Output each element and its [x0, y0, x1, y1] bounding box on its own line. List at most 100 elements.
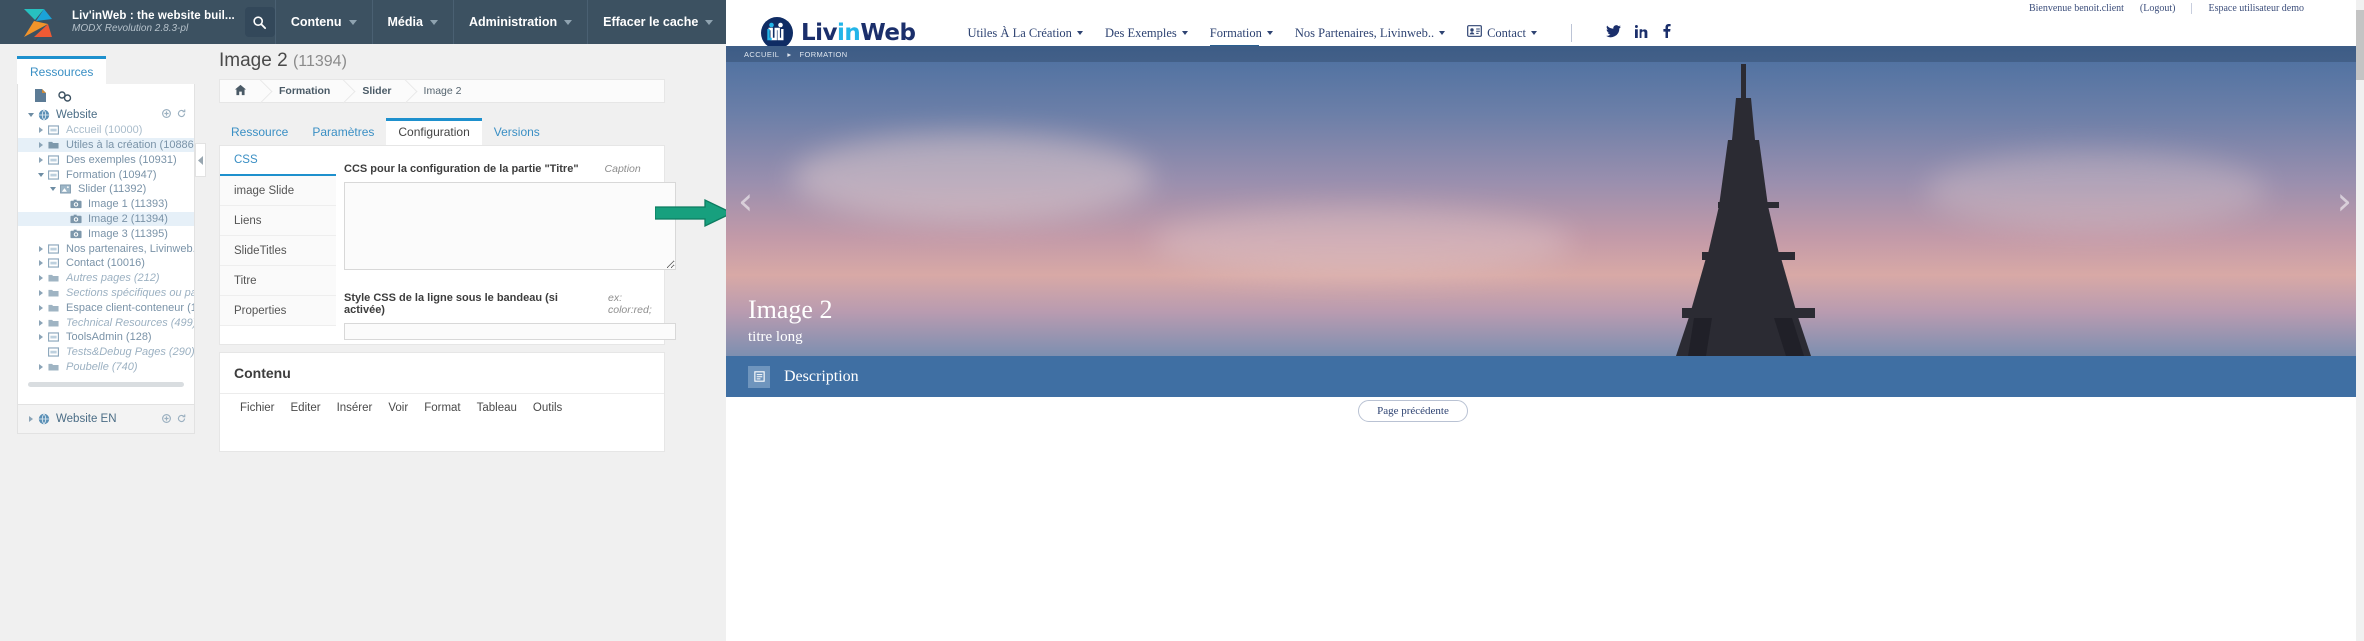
- chevron-right-icon[interactable]: [36, 127, 46, 134]
- tab-ressource[interactable]: Ressource: [219, 120, 300, 145]
- linkedin-icon[interactable]: [1634, 24, 1648, 42]
- tree-item-accueil[interactable]: Accueil (10000): [18, 123, 194, 138]
- logout-link[interactable]: (Logout): [2140, 3, 2176, 14]
- refresh-icon[interactable]: [177, 410, 186, 428]
- vtab-slidetitles[interactable]: SlideTitles: [220, 236, 336, 266]
- menu-media[interactable]: Média: [373, 0, 453, 44]
- logo-text-part3: Web: [860, 20, 916, 46]
- editor-menubar: Fichier Editer Insérer Voir Format Table…: [220, 394, 664, 414]
- editor-menu-fichier[interactable]: Fichier: [240, 402, 275, 414]
- twitter-icon[interactable]: [1606, 24, 1621, 42]
- globe-icon: [36, 413, 51, 425]
- tree-item-slider[interactable]: Slider (11392): [18, 182, 194, 197]
- tree-horizontal-scrollbar[interactable]: [28, 382, 184, 388]
- chevron-right-icon[interactable]: ›: [2337, 179, 2352, 223]
- vtab-image-slide[interactable]: image Slide: [220, 176, 336, 206]
- chevron-right-icon[interactable]: [36, 156, 46, 163]
- editor-menu-format[interactable]: Format: [424, 402, 460, 414]
- vtab-titre[interactable]: Titre: [220, 266, 336, 296]
- page-scrollbar[interactable]: [2356, 0, 2364, 641]
- hero-breadcrumb-accueil[interactable]: ACCUEIL: [744, 50, 779, 59]
- tree-item-image-2[interactable]: Image 2 (11394): [18, 211, 194, 227]
- chevron-down-icon: [1266, 31, 1273, 35]
- editor-menu-tableau[interactable]: Tableau: [477, 402, 517, 414]
- chevron-right-icon[interactable]: [26, 416, 36, 422]
- editor-menu-voir[interactable]: Voir: [388, 402, 408, 414]
- editor-menu-outils[interactable]: Outils: [533, 402, 562, 414]
- page-icon: [46, 125, 61, 135]
- folder-icon: [46, 140, 61, 150]
- nav-nos-partenaires[interactable]: Nos Partenaires, Livinweb..: [1295, 26, 1446, 41]
- nav-utiles-a-la-creation[interactable]: Utiles À La Création: [967, 26, 1083, 41]
- tree-item-espace-client-conteneur[interactable]: Espace client-conteneur (10956): [18, 300, 194, 315]
- resource-tabbar: Ressource Paramètres Configuration Versi…: [219, 118, 665, 145]
- tree-root-label: Website: [56, 109, 98, 122]
- scrollbar-thumb[interactable]: [2356, 10, 2364, 80]
- tree-item-utiles-a-la-creation[interactable]: Utiles à la création (10886): [18, 137, 194, 153]
- tree-item-nos-partenaires[interactable]: Nos partenaires, Livinweb.. (10990): [18, 241, 194, 256]
- hero-breadcrumb-formation[interactable]: FORMATION: [799, 50, 847, 59]
- tree-item-sections-specifiques[interactable]: Sections spécifiques ou partagées (: [18, 286, 194, 301]
- vtab-liens[interactable]: Liens: [220, 206, 336, 236]
- vtab-properties[interactable]: Properties: [220, 296, 336, 326]
- chevron-down-icon[interactable]: [36, 172, 46, 177]
- tab-ressources[interactable]: Ressources: [17, 56, 107, 86]
- menu-contenu[interactable]: Contenu: [276, 0, 372, 44]
- menu-effacer-le-cache[interactable]: Effacer le cache: [588, 0, 726, 44]
- chevron-right-icon[interactable]: [36, 260, 46, 267]
- chevron-right-icon[interactable]: [36, 334, 46, 341]
- tree-item-tests-debug-pages[interactable]: Tests&Debug Pages (290): [18, 345, 194, 360]
- tab-versions[interactable]: Versions: [482, 120, 552, 145]
- chevron-right-icon[interactable]: [36, 289, 46, 296]
- refresh-icon[interactable]: [177, 109, 186, 121]
- add-icon[interactable]: [162, 410, 171, 428]
- tab-parametres[interactable]: Paramètres: [300, 120, 386, 145]
- tree-item-des-exemples[interactable]: Des exemples (10931): [18, 152, 194, 167]
- link-icon[interactable]: [57, 89, 73, 108]
- tree-item-image-3[interactable]: Image 3 (11395): [18, 226, 194, 241]
- tab-configuration[interactable]: Configuration: [386, 118, 482, 145]
- chevron-right-icon[interactable]: [36, 304, 46, 311]
- modx-manager-pane: Liv'inWeb : the website buil... MODX Rev…: [0, 0, 726, 641]
- chevron-right-icon[interactable]: [36, 319, 46, 326]
- nav-formation[interactable]: Formation: [1209, 26, 1273, 47]
- nav-contact[interactable]: Contact: [1467, 25, 1537, 41]
- search-icon[interactable]: [244, 7, 275, 37]
- field-css-titre-textarea[interactable]: [344, 182, 676, 270]
- vtab-css[interactable]: CSS: [220, 146, 336, 176]
- tree-item-technical-resources[interactable]: Technical Resources (499): [18, 315, 194, 330]
- tree-root-website[interactable]: Website: [18, 108, 194, 123]
- editor-menu-inserer[interactable]: Insérer: [337, 402, 373, 414]
- chevron-down-icon[interactable]: [26, 113, 36, 118]
- chevron-down-icon[interactable]: [48, 187, 58, 192]
- chevron-left-icon[interactable]: ‹: [738, 179, 753, 223]
- add-icon[interactable]: [162, 109, 171, 121]
- tree-item-toolsadmin[interactable]: ToolsAdmin (128): [18, 330, 194, 345]
- espace-utilisateur-link[interactable]: Espace utilisateur demo: [2208, 3, 2304, 14]
- facebook-icon[interactable]: [1662, 23, 1671, 42]
- tree-root-en-label: Website EN: [56, 413, 117, 425]
- tree-item-image-1[interactable]: Image 1 (11393): [18, 197, 194, 212]
- chevron-right-icon[interactable]: [36, 275, 46, 282]
- tree-item-poubelle[interactable]: Poubelle (740): [18, 360, 194, 375]
- breadcrumb-home[interactable]: [220, 80, 261, 102]
- tree-item-contact[interactable]: Contact (10016): [18, 256, 194, 271]
- chevron-right-icon[interactable]: [36, 141, 46, 148]
- photo-icon: [68, 229, 83, 239]
- tree-root-website-en[interactable]: Website EN: [17, 404, 195, 434]
- page-precedente-button[interactable]: Page précédente: [1358, 400, 1468, 422]
- nav-des-exemples[interactable]: Des Exemples: [1105, 26, 1188, 41]
- chevron-right-icon[interactable]: [36, 245, 46, 252]
- breadcrumb-formation[interactable]: Formation: [261, 80, 344, 102]
- tree-item-formation[interactable]: Formation (10947): [18, 167, 194, 182]
- livinweb-logo[interactable]: LivinWeb: [760, 16, 916, 50]
- document-icon[interactable]: [34, 88, 47, 108]
- chevron-right-icon[interactable]: [36, 363, 46, 370]
- tree-scroll-area[interactable]: Website Accueil (10000) Utiles à la créa…: [18, 108, 194, 388]
- tree-item-label: Nos partenaires, Livinweb.. (10990): [66, 242, 194, 255]
- editor-menu-editer[interactable]: Editer: [291, 402, 321, 414]
- tree-collapse-handle[interactable]: [195, 143, 206, 177]
- tree-item-autres-pages[interactable]: Autres pages (212): [18, 271, 194, 286]
- field-css-ligne-input[interactable]: [344, 323, 676, 340]
- menu-administration[interactable]: Administration: [454, 0, 587, 44]
